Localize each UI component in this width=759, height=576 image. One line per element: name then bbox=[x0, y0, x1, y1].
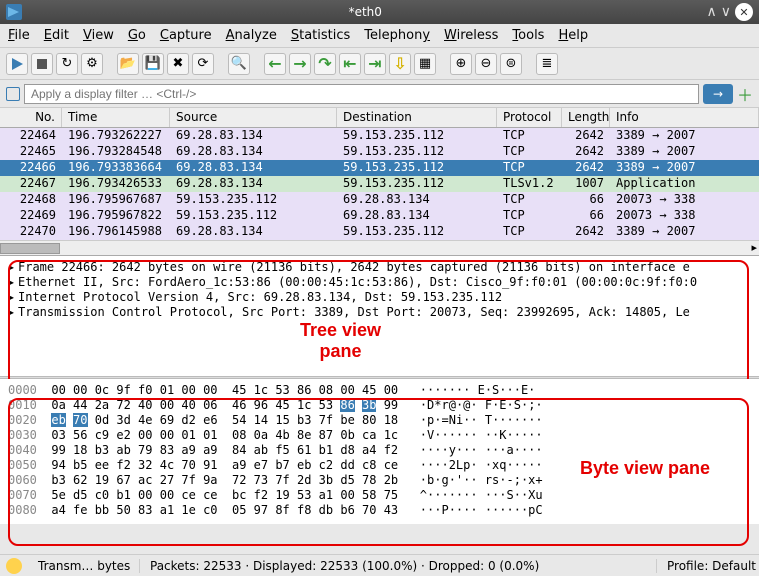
col-length[interactable]: Length bbox=[562, 108, 610, 127]
resize-columns-icon[interactable]: ≣ bbox=[536, 53, 558, 75]
maximize-icon[interactable]: ∨ bbox=[721, 4, 731, 20]
menu-analyze[interactable]: Analyze bbox=[226, 28, 277, 43]
menu-telephony[interactable]: Telephony bbox=[364, 28, 430, 43]
status-bar: Transm… bytes Packets: 22533 · Displayed… bbox=[0, 554, 759, 576]
packet-row[interactable]: 22470196.79614598869.28.83.13459.153.235… bbox=[0, 224, 759, 240]
packet-details-pane[interactable]: ▸Frame 22466: 2642 bytes on wire (21136 … bbox=[0, 256, 759, 376]
close-file-icon[interactable]: ✖ bbox=[167, 53, 189, 75]
menu-file[interactable]: File bbox=[8, 28, 30, 43]
zoom-out-icon[interactable]: ⊖ bbox=[475, 53, 497, 75]
menu-bar: File Edit View Go Capture Analyze Statis… bbox=[0, 24, 759, 48]
col-info[interactable]: Info bbox=[610, 108, 759, 127]
packet-list-header: No. Time Source Destination Protocol Len… bbox=[0, 108, 759, 128]
col-time[interactable]: Time bbox=[62, 108, 170, 127]
app-icon bbox=[6, 4, 22, 20]
packet-row[interactable]: 22468196.79596768759.153.235.11269.28.83… bbox=[0, 192, 759, 208]
hex-row[interactable]: 0030 03 56 c9 e2 00 00 01 01 08 0a 4b 8e… bbox=[8, 428, 751, 443]
menu-statistics[interactable]: Statistics bbox=[291, 28, 350, 43]
col-no[interactable]: No. bbox=[0, 108, 62, 127]
hex-row[interactable]: 0000 00 00 0c 9f f0 01 00 00 45 1c 53 86… bbox=[8, 383, 751, 398]
hex-row[interactable]: 0080 a4 fe bb 50 83 a1 1e c0 05 97 8f f8… bbox=[8, 503, 751, 518]
display-filter-input[interactable] bbox=[24, 84, 699, 104]
start-capture-icon[interactable] bbox=[6, 53, 28, 75]
packet-bytes-pane[interactable]: 0000 00 00 0c 9f f0 01 00 00 45 1c 53 86… bbox=[0, 379, 759, 524]
status-field: Transm… bytes bbox=[30, 559, 140, 573]
hex-row[interactable]: 0020 eb 70 0d 3d 4e 69 d2 e6 54 14 15 b3… bbox=[8, 413, 751, 428]
col-destination[interactable]: Destination bbox=[337, 108, 497, 127]
tree-item[interactable]: ▸Frame 22466: 2642 bytes on wire (21136 … bbox=[8, 260, 751, 275]
menu-go[interactable]: Go bbox=[128, 28, 146, 43]
tree-item[interactable]: ▸Transmission Control Protocol, Src Port… bbox=[8, 305, 751, 320]
hex-row[interactable]: 0050 94 b5 ee f2 32 4c 70 91 a9 e7 b7 eb… bbox=[8, 458, 751, 473]
hex-row[interactable]: 0070 5e d5 c0 b1 00 00 ce ce bc f2 19 53… bbox=[8, 488, 751, 503]
open-file-icon[interactable]: 📂 bbox=[117, 53, 139, 75]
toolbar: ↻ ⚙ 📂 💾 ✖ ⟳ 🔍 ← → ↷ ⇤ ⇥ ⇩ ▦ ⊕ ⊖ ⊜ ≣ bbox=[0, 48, 759, 80]
go-last-icon[interactable]: ⇥ bbox=[364, 53, 386, 75]
reload-icon[interactable]: ⟳ bbox=[192, 53, 214, 75]
go-first-icon[interactable]: ⇤ bbox=[339, 53, 361, 75]
menu-view[interactable]: View bbox=[83, 28, 114, 43]
status-packets: Packets: 22533 · Displayed: 22533 (100.0… bbox=[142, 559, 657, 573]
status-profile[interactable]: Profile: Default bbox=[659, 559, 759, 573]
menu-help[interactable]: Help bbox=[558, 28, 588, 43]
tree-item[interactable]: ▸Ethernet II, Src: FordAero_1c:53:86 (00… bbox=[8, 275, 751, 290]
autoscroll-icon[interactable]: ⇩ bbox=[389, 53, 411, 75]
title-bar: *eth0 ∧ ∨ ✕ bbox=[0, 0, 759, 24]
packet-row[interactable]: 22466196.79338366469.28.83.13459.153.235… bbox=[0, 160, 759, 176]
close-icon[interactable]: ✕ bbox=[735, 3, 753, 21]
minimize-icon[interactable]: ∧ bbox=[707, 4, 717, 20]
hex-row[interactable]: 0040 99 18 b3 ab 79 83 a9 a9 84 ab f5 61… bbox=[8, 443, 751, 458]
jump-packet-icon[interactable]: ↷ bbox=[314, 53, 336, 75]
packet-list-body[interactable]: 22464196.79326222769.28.83.13459.153.235… bbox=[0, 128, 759, 240]
tree-item[interactable]: ▸Internet Protocol Version 4, Src: 69.28… bbox=[8, 290, 751, 305]
packet-row[interactable]: 22467196.79342653369.28.83.13459.153.235… bbox=[0, 176, 759, 192]
restart-capture-icon[interactable]: ↻ bbox=[56, 53, 78, 75]
zoom-in-icon[interactable]: ⊕ bbox=[450, 53, 472, 75]
save-file-icon[interactable]: 💾 bbox=[142, 53, 164, 75]
bookmark-icon[interactable] bbox=[6, 87, 20, 101]
colorize-icon[interactable]: ▦ bbox=[414, 53, 436, 75]
expert-info-icon[interactable] bbox=[6, 558, 22, 574]
go-forward-icon[interactable]: → bbox=[289, 53, 311, 75]
go-back-icon[interactable]: ← bbox=[264, 53, 286, 75]
packet-list-pane: No. Time Source Destination Protocol Len… bbox=[0, 108, 759, 256]
col-source[interactable]: Source bbox=[170, 108, 337, 127]
hex-row[interactable]: 0060 b3 62 19 67 ac 27 7f 9a 72 73 7f 2d… bbox=[8, 473, 751, 488]
packet-row[interactable]: 22469196.79596782259.153.235.11269.28.83… bbox=[0, 208, 759, 224]
menu-wireless[interactable]: Wireless bbox=[444, 28, 498, 43]
add-filter-button[interactable]: ＋ bbox=[737, 82, 753, 106]
window-title: *eth0 bbox=[28, 5, 703, 19]
hex-row[interactable]: 0010 0a 44 2a 72 40 00 40 06 46 96 45 1c… bbox=[8, 398, 751, 413]
menu-edit[interactable]: Edit bbox=[44, 28, 69, 43]
col-protocol[interactable]: Protocol bbox=[497, 108, 562, 127]
find-packet-icon[interactable]: 🔍 bbox=[228, 53, 250, 75]
menu-capture[interactable]: Capture bbox=[160, 28, 212, 43]
zoom-reset-icon[interactable]: ⊜ bbox=[500, 53, 522, 75]
capture-options-icon[interactable]: ⚙ bbox=[81, 53, 103, 75]
filter-bar: → ＋ bbox=[0, 80, 759, 108]
packet-row[interactable]: 22465196.79328454869.28.83.13459.153.235… bbox=[0, 144, 759, 160]
packet-list-hscroll[interactable]: ▸ bbox=[0, 240, 759, 255]
apply-filter-button[interactable]: → bbox=[703, 84, 733, 104]
packet-row[interactable]: 22464196.79326222769.28.83.13459.153.235… bbox=[0, 128, 759, 144]
stop-capture-icon[interactable] bbox=[31, 53, 53, 75]
menu-tools[interactable]: Tools bbox=[512, 28, 544, 43]
